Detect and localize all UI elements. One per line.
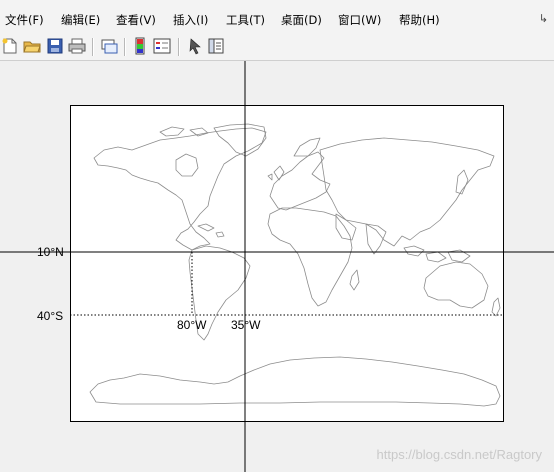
coastline-arctic-islands [159, 126, 209, 137]
coastline-indonesia [403, 245, 471, 263]
coastline-new-zealand [491, 297, 501, 317]
coastline-scandinavia [293, 137, 321, 157]
lat-label-40s: 40°S [37, 309, 64, 323]
lon-label-80w: 80°W [177, 318, 207, 332]
coastline-europe [269, 151, 331, 211]
coastline-hudson-bay [175, 153, 199, 177]
coastline-british-isles [267, 165, 285, 181]
coastline-caribbean [197, 223, 225, 238]
coastline-north-america [93, 127, 267, 251]
watermark: https://blog.csdn.net/Ragtory [376, 447, 542, 462]
lat-label-10n: 10°N [37, 245, 64, 259]
coastline-india [365, 223, 387, 255]
coastline-madagascar [349, 269, 360, 291]
coastlines [89, 123, 501, 407]
lon-label-35w: 35°W [231, 318, 261, 332]
coastline-antarctica [89, 356, 501, 407]
world-map [0, 61, 554, 472]
coastline-australia [423, 261, 489, 309]
coastline-africa [267, 207, 353, 307]
coastline-arabia [335, 213, 357, 241]
